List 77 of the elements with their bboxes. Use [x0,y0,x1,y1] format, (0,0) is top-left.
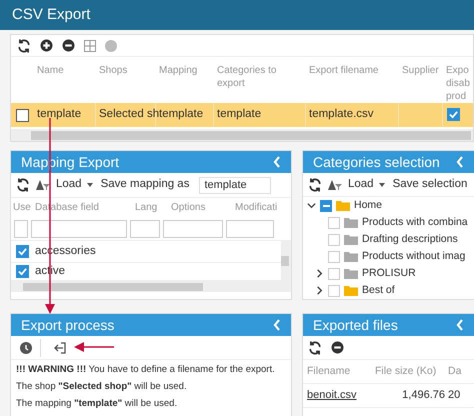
vertical-scrollbar[interactable] [281,241,291,281]
table-cell-text: 1,496.76 [401,388,445,404]
panel-title: Exported files [313,316,398,335]
folder-icon [336,200,350,211]
filter-field[interactable] [163,220,223,238]
folder-icon [344,268,358,279]
column-header: Da [448,364,462,379]
table-cell-text: Selected sh [99,107,160,122]
file-link[interactable]: benoit.csv [307,387,375,404]
add-icon[interactable] [40,39,53,52]
refresh-icon[interactable] [308,178,322,192]
message-text: The shop "Selected shop" will be used. [16,381,188,393]
remove-icon[interactable] [62,39,75,52]
panel-title: Export process [21,316,114,335]
tree-item[interactable]: Drafting descriptions [362,232,458,248]
filter-field[interactable] [14,220,28,238]
filter-field[interactable] [130,220,160,238]
checkbox[interactable] [320,200,332,212]
refresh-icon[interactable] [308,340,322,354]
refresh-icon[interactable] [16,178,30,192]
table-cell-text: template.csv [309,107,374,122]
mapping-name-field[interactable]: template [199,176,272,194]
tree-item[interactable]: Products with combina [362,214,468,230]
column-header: Categories to export [217,65,276,89]
column-header: Options [171,202,206,213]
expand-chevron-icon[interactable] [307,201,316,210]
filter-field[interactable] [31,220,127,238]
horizontal-scrollbar[interactable] [11,129,473,141]
load-button[interactable]: Load [56,176,82,194]
collapse-chevron-icon[interactable] [315,286,324,295]
column-header: File size (Ko) [375,364,438,379]
annotation-arrow [74,342,114,352]
filter-icon[interactable] [35,179,51,191]
column-header: Filename [307,364,352,379]
remove-icon[interactable] [331,341,344,354]
tree-item[interactable]: Products without imag [362,248,466,264]
folder-icon [344,251,358,262]
window-title: CSV Export [12,4,90,25]
column-header: Name [37,65,64,76]
column-header: Modificati [235,202,278,213]
column-header: Export filename [309,65,378,76]
table-cell-text: template [37,107,82,122]
column-header: Shops [99,65,128,76]
refresh-icon[interactable] [17,38,31,52]
tree-item[interactable]: PROLISUR [362,266,416,282]
checkbox[interactable] [16,108,29,122]
collapse-chevron-icon[interactable] [315,269,324,278]
grid-icon[interactable] [84,40,96,52]
filter-icon[interactable] [327,178,343,190]
column-header: Supplier [402,65,439,76]
clock-icon[interactable] [20,342,32,354]
panel-title: Categories selection [313,152,440,172]
folder-icon [344,234,358,245]
table-cell-text: 20 [448,388,460,404]
folder-icon [344,217,358,228]
message-text: The mapping "template" will be used. [16,398,178,410]
tree-item[interactable]: Best of [362,282,395,298]
column-header: Use [13,202,31,213]
checkbox[interactable] [16,265,29,278]
save-label: Save mapping as [100,177,190,192]
filter-field[interactable] [226,220,274,238]
table-cell-text: template [159,107,204,122]
table-row[interactable]: template Selected shtemplate template template.csv [11,103,473,127]
column-header: Mapping [159,65,198,76]
message-text: !!! WARNING !!! You have to define a filename for the export. [16,364,276,376]
folder-icon [344,285,358,296]
save-selection-button[interactable]: Save selection [392,176,468,194]
checkbox[interactable] [16,245,29,258]
export-icon[interactable] [53,342,67,354]
tree-item[interactable]: Home [354,198,382,214]
horizontal-scrollbar[interactable] [11,281,291,292]
table-cell-text: template [217,107,262,122]
caret-icon[interactable] [378,182,385,186]
caret-icon[interactable] [86,183,93,187]
column-header: Expo disab prod [446,65,470,102]
load-button[interactable]: Load [348,176,374,194]
column-header: Lang [135,202,158,213]
